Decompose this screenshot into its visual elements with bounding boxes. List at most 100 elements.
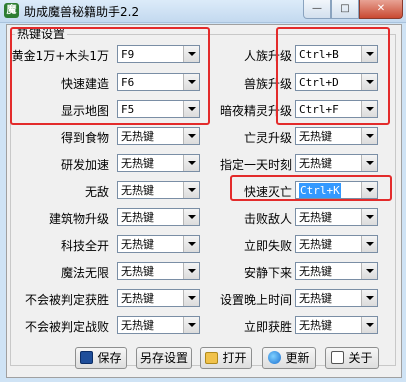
hotkey-label: 快速建造 [60, 77, 109, 91]
hotkey-row: 不会被判定获胜 无热键 设置晚上时间 无热键 [7, 289, 401, 311]
dropdown-arrow-icon[interactable] [183, 290, 199, 306]
hotkey-select[interactable]: 无热键 [117, 181, 200, 199]
dropdown-arrow-icon[interactable] [361, 128, 377, 144]
dropdown-arrow-icon[interactable] [361, 290, 377, 306]
hotkey-value: Ctrl+B [299, 48, 339, 61]
hotkey-label: 科技全开 [60, 239, 109, 253]
hotkey-select[interactable]: 无热键 [295, 235, 378, 253]
dropdown-arrow-icon[interactable] [361, 236, 377, 252]
hotkey-select[interactable]: 无热键 [295, 154, 378, 172]
save-as-label: 另存设置 [139, 351, 188, 365]
save-button[interactable]: 保存 [75, 347, 127, 369]
hotkey-label: 立即获胜 [243, 320, 292, 334]
dropdown-arrow-icon[interactable] [361, 263, 377, 279]
hotkey-value: 无热键 [121, 211, 154, 224]
hotkey-select[interactable]: 无热键 [117, 262, 200, 280]
hotkey-value: Ctrl+K [299, 183, 341, 198]
hotkey-row: 无敌 无热键 快速灭亡 Ctrl+K [7, 181, 401, 203]
hotkey-value: 无热键 [299, 130, 332, 143]
hotkey-label: 魔法无限 [60, 266, 109, 280]
hotkey-label: 得到食物 [60, 131, 109, 145]
hotkey-row: 科技全开 无热键 立即失败 无热键 [7, 235, 401, 257]
hotkey-value: 无热键 [299, 238, 332, 251]
hotkey-row: 快速建造 F6 兽族升级 Ctrl+D [7, 73, 401, 95]
dropdown-arrow-icon[interactable] [361, 74, 377, 90]
dropdown-arrow-icon[interactable] [183, 263, 199, 279]
hotkey-value: 无热键 [121, 184, 154, 197]
hotkey-select[interactable]: Ctrl+K [295, 181, 378, 199]
folder-open-icon [205, 352, 219, 364]
hotkey-select[interactable]: 无热键 [295, 316, 378, 334]
open-label: 打开 [222, 351, 247, 365]
save-as-button[interactable]: 另存设置 [136, 347, 192, 369]
hotkey-value: Ctrl+F [299, 103, 339, 116]
internet-explorer-icon [268, 351, 282, 364]
window-title: 助成魔兽秘籍助手2.2 [24, 5, 140, 19]
hotkey-value: F5 [121, 103, 135, 116]
group-title: 热键设置 [15, 25, 68, 42]
hotkey-value: Ctrl+D [299, 76, 339, 89]
hotkey-select[interactable]: F5 [117, 100, 200, 118]
hotkey-select[interactable]: 无热键 [117, 289, 200, 307]
hotkey-row: 魔法无限 无热键 安静下来 无热键 [7, 262, 401, 284]
hotkey-label: 建筑物升级 [48, 212, 109, 226]
save-label: 保存 [97, 351, 122, 365]
title-bar[interactable]: 魔 助成魔兽秘籍助手2.2 — □ ✕ [0, 0, 406, 23]
dropdown-arrow-icon[interactable] [183, 182, 199, 198]
dropdown-arrow-icon[interactable] [361, 182, 377, 198]
update-button[interactable]: 更新 [262, 347, 316, 369]
dropdown-arrow-icon[interactable] [183, 128, 199, 144]
hotkey-label: 显示地图 [60, 104, 109, 118]
update-label: 更新 [285, 351, 310, 365]
hotkey-select[interactable]: 无热键 [295, 208, 378, 226]
dropdown-arrow-icon[interactable] [361, 317, 377, 333]
hotkey-value: 无热键 [299, 319, 332, 332]
hotkey-row: 黄金1万+木头1万 F9 人族升级 Ctrl+B [7, 45, 401, 67]
hotkey-label: 兽族升级 [243, 77, 292, 91]
hotkey-select[interactable]: 无热键 [117, 316, 200, 334]
hotkey-row: 研发加速 无热键 指定一天时刻 无热键 [7, 154, 401, 176]
hotkey-label: 设置晚上时间 [219, 293, 292, 307]
dropdown-arrow-icon[interactable] [183, 74, 199, 90]
dropdown-arrow-icon[interactable] [361, 155, 377, 171]
dropdown-arrow-icon[interactable] [183, 46, 199, 62]
hotkey-select[interactable]: 无热键 [295, 262, 378, 280]
open-button[interactable]: 打开 [200, 347, 252, 369]
hotkey-label: 立即失败 [243, 239, 292, 253]
hotkey-select[interactable]: 无热键 [117, 208, 200, 226]
dropdown-arrow-icon[interactable] [361, 46, 377, 62]
hotkey-label: 指定一天时刻 [219, 158, 292, 172]
hotkey-label: 快速灭亡 [243, 185, 292, 199]
hotkey-value: 无热键 [299, 157, 332, 170]
hotkey-select[interactable]: F6 [117, 73, 200, 91]
hotkey-select[interactable]: Ctrl+D [295, 73, 378, 91]
hotkey-label: 不会被判定战败 [24, 320, 109, 334]
hotkey-value: 无热键 [121, 238, 154, 251]
about-label: 关于 [348, 351, 373, 365]
dropdown-arrow-icon[interactable] [361, 209, 377, 225]
close-button[interactable]: ✕ [359, 0, 403, 19]
dropdown-arrow-icon[interactable] [183, 209, 199, 225]
dropdown-arrow-icon[interactable] [183, 317, 199, 333]
dropdown-arrow-icon[interactable] [183, 155, 199, 171]
hotkey-select[interactable]: 无热键 [117, 235, 200, 253]
hotkey-label: 研发加速 [60, 158, 109, 172]
hotkey-select[interactable]: 无热键 [117, 154, 200, 172]
hotkey-value: F6 [121, 76, 135, 89]
hotkey-select[interactable]: F9 [117, 45, 200, 63]
hotkey-select[interactable]: 无热键 [295, 289, 378, 307]
hotkey-select[interactable]: Ctrl+F [295, 100, 378, 118]
dropdown-arrow-icon[interactable] [183, 236, 199, 252]
hotkey-select[interactable]: Ctrl+B [295, 45, 378, 63]
dropdown-arrow-icon[interactable] [183, 101, 199, 117]
dropdown-arrow-icon[interactable] [361, 101, 377, 117]
about-button[interactable]: 关于 [325, 347, 379, 369]
hotkey-value: 无热键 [121, 292, 154, 305]
hotkey-value: 无热键 [299, 211, 332, 224]
minimize-button[interactable]: — [303, 0, 331, 19]
hotkey-select[interactable]: 无热键 [117, 127, 200, 145]
hotkey-select[interactable]: 无热键 [295, 127, 378, 145]
maximize-button[interactable]: □ [331, 0, 359, 19]
hotkey-value: 无热键 [121, 130, 154, 143]
client-area: 热键设置 黄金1万+木头1万 F9 人族升级 Ctrl+B 快速建造 F6 兽族… [6, 24, 402, 378]
